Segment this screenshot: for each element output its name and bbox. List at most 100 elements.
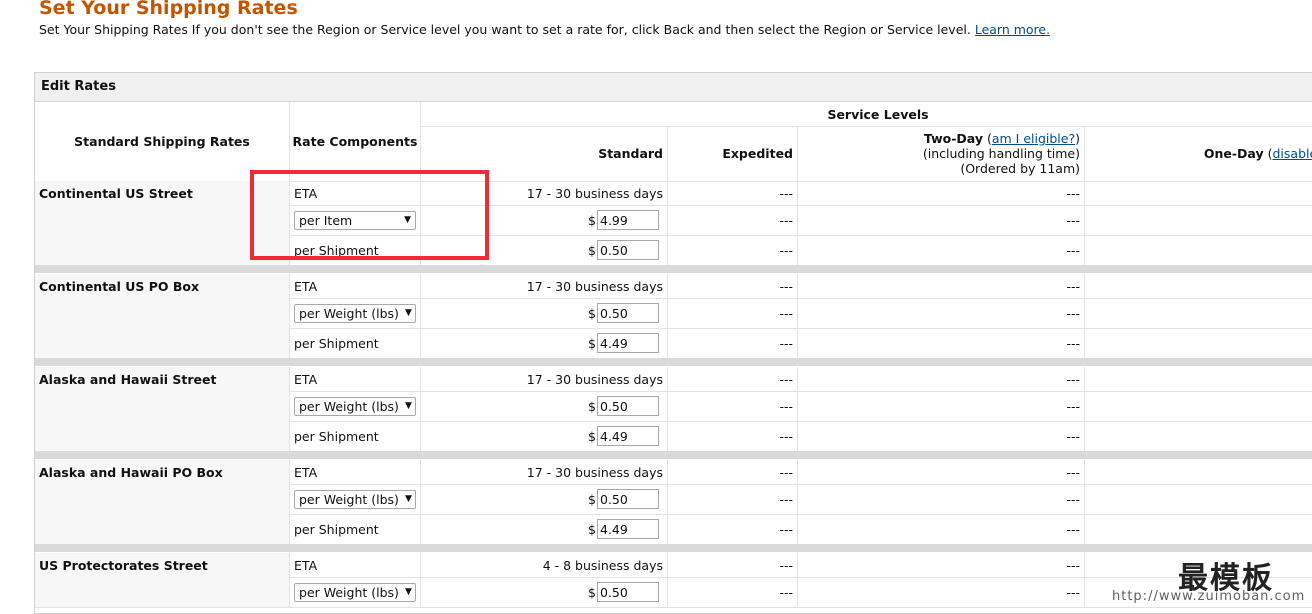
two-day-cell: --- (798, 205, 1085, 235)
expedited-cell: --- (668, 391, 798, 421)
region-name-cell (35, 514, 290, 544)
region-separator (35, 265, 1312, 273)
expedited-cell: --- (668, 577, 798, 607)
dollar-sign: $ (588, 212, 596, 228)
expedited-cell: --- (668, 484, 798, 514)
rate-value-input[interactable]: 0.50 (597, 396, 659, 416)
one-day-disabled-link[interactable]: disabled (1272, 146, 1312, 161)
per-shipment-label: per Shipment (294, 335, 379, 351)
dollar-sign: $ (588, 335, 596, 351)
shipment-value-input[interactable]: 4.49 (597, 333, 659, 353)
two-day-cell: --- (798, 367, 1085, 391)
expedited-cell: --- (668, 235, 798, 265)
one-day-cell: --- (1085, 235, 1312, 265)
rate-value-input[interactable]: 0.50 (597, 582, 659, 602)
subtitle-text: Set Your Shipping Rates If you don't see… (39, 22, 971, 37)
empty-value: --- (779, 305, 793, 321)
empty-value: --- (1066, 212, 1080, 228)
standard-eta: 17 - 30 business days (526, 278, 663, 294)
rate-type-select[interactable]: per Weight (lbs) ▼ (294, 489, 416, 509)
expedited-cell: --- (668, 460, 798, 484)
shipment-value-input[interactable]: 4.49 (597, 519, 659, 539)
region-name: Continental US PO Box (39, 278, 200, 294)
paren-close: ) (1075, 131, 1080, 146)
expedited-cell: --- (668, 421, 798, 451)
empty-value: --- (1066, 335, 1080, 351)
region-name-cell (35, 391, 290, 421)
empty-value: --- (1066, 242, 1080, 258)
region-name: Continental US Street (39, 185, 193, 201)
standard-rate-cell: $0.50 (421, 298, 668, 328)
region-name-cell: US Protectorates Street (35, 553, 290, 577)
two-day-cell: --- (798, 460, 1085, 484)
rate-type-selected: per Weight (lbs) (299, 305, 399, 321)
two-day-cell: --- (798, 484, 1085, 514)
region-name: Alaska and Hawaii Street (39, 371, 217, 387)
empty-value: --- (1066, 371, 1080, 387)
rate-component-cell: per Weight (lbs) ▼ (290, 484, 421, 514)
chevron-down-icon: ▼ (404, 401, 412, 411)
empty-value: --- (1066, 428, 1080, 444)
eta-label: ETA (294, 371, 318, 387)
two-day-cell: --- (798, 553, 1085, 577)
region-eta-row: Alaska and Hawaii Street ETA 17 - 30 busin… (35, 367, 1312, 392)
rate-type-select[interactable]: per Weight (lbs) ▼ (294, 582, 416, 602)
rate-component-cell: ETA (290, 460, 421, 484)
rate-value-input[interactable]: 0.50 (597, 489, 659, 509)
region-name-cell (35, 484, 290, 514)
chevron-down-icon: ▼ (404, 308, 412, 318)
region-eta-row: Continental US PO Box ETA 17 - 30 business… (35, 274, 1312, 299)
rate-type-select[interactable]: per Weight (lbs) ▼ (294, 396, 416, 416)
empty-value: --- (779, 335, 793, 351)
empty-value: --- (1066, 398, 1080, 414)
header-service-levels-label: Service Levels (827, 106, 929, 122)
rate-component-cell: per Shipment (290, 421, 421, 451)
expedited-cell: --- (668, 514, 798, 544)
shipment-value-input[interactable]: 4.49 (597, 426, 659, 446)
region-eta-row: US Protectorates Street ETA 4 - 8 business… (35, 553, 1312, 578)
expedited-cell: --- (668, 205, 798, 235)
header-expedited: Expedited (668, 126, 798, 181)
eta-label: ETA (294, 557, 318, 573)
two-day-cell: --- (798, 181, 1085, 205)
empty-value: --- (779, 185, 793, 201)
rate-component-cell: per Weight (lbs) ▼ (290, 391, 421, 421)
rate-value-input[interactable]: 4.99 (597, 210, 659, 230)
two-day-note-handling: (including handling time) (922, 146, 1080, 161)
region-rate-row: per Weight (lbs) ▼ $0.50 --- --- --- (35, 391, 1312, 422)
rate-value-input[interactable]: 0.50 (597, 303, 659, 323)
header-rate-components-label: Rate Components (292, 134, 418, 149)
per-shipment-label: per Shipment (294, 521, 379, 537)
one-day-cell: --- (1085, 514, 1312, 544)
rate-type-selected: per Weight (lbs) (299, 491, 399, 507)
region-shipment-row: per Shipment $4.49 --- --- --- (35, 514, 1312, 545)
region-rate-row: per Weight (lbs) ▼ $0.50 --- --- --- (35, 484, 1312, 515)
standard-rate-cell: $4.49 (421, 514, 668, 544)
two-day-cell: --- (798, 235, 1085, 265)
chevron-down-icon: ▼ (404, 587, 412, 597)
shipment-value-input[interactable]: 0.50 (597, 240, 659, 260)
learn-more-link[interactable]: Learn more. (975, 22, 1050, 37)
one-day-cell: --- (1085, 205, 1312, 235)
page-subtitle: Set Your Shipping Rates If you don't see… (39, 22, 1050, 37)
two-day-note-ordered: (Ordered by 11am) (960, 161, 1080, 176)
rate-component-cell: per Weight (lbs) ▼ (290, 577, 421, 607)
one-day-cell: --- (1085, 391, 1312, 421)
dollar-sign: $ (588, 398, 596, 414)
empty-value: --- (779, 428, 793, 444)
header-service-levels: Service Levels (421, 102, 1312, 127)
region-separator (35, 544, 1312, 552)
eta-label: ETA (294, 278, 318, 294)
am-i-eligible-link[interactable]: am I eligible? (992, 131, 1075, 146)
empty-value: --- (1066, 521, 1080, 537)
page-title: Set Your Shipping Rates (39, 0, 298, 19)
empty-value: --- (779, 521, 793, 537)
rate-type-select[interactable]: per Weight (lbs) ▼ (294, 303, 416, 323)
standard-eta-cell: 17 - 30 business days (421, 460, 668, 484)
two-day-cell: --- (798, 328, 1085, 358)
header-one-day-label: One-Day (1203, 146, 1264, 161)
empty-value: --- (779, 557, 793, 573)
highlight-box (250, 170, 489, 260)
expedited-cell: --- (668, 298, 798, 328)
two-day-cell: --- (798, 274, 1085, 298)
